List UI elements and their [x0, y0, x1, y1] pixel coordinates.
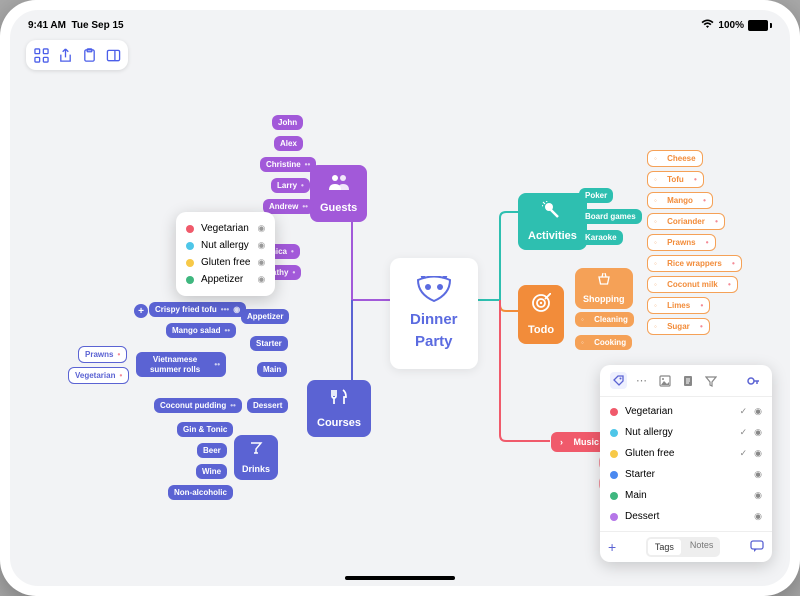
tag-vegetarian[interactable]: Vegetarian•: [68, 367, 129, 384]
add-node-button[interactable]: +: [134, 304, 148, 318]
tags-popover: Vegetarian◉ Nut allergy◉ Gluten free◉ Ap…: [176, 212, 275, 296]
people-icon: [328, 173, 350, 196]
home-indicator[interactable]: [345, 576, 455, 580]
dish-summer[interactable]: Vietnamese summer rolls ••: [136, 352, 226, 377]
microphone-icon: [542, 201, 562, 224]
tag-tool-icon[interactable]: [610, 372, 627, 389]
eye-icon[interactable]: ◉: [754, 469, 762, 480]
eye-icon[interactable]: ◉: [754, 490, 762, 501]
dots-icon[interactable]: ⋯: [633, 372, 650, 389]
eye-icon[interactable]: ◉: [257, 223, 265, 234]
shop-coriander[interactable]: ◦ Coriander •: [647, 213, 725, 230]
mindmap-canvas[interactable]: Dinner Party Guests John Alex Christine•…: [10, 10, 790, 586]
panel-row[interactable]: Starter◉: [600, 464, 772, 485]
panel-row[interactable]: Gluten free✓◉: [600, 443, 772, 464]
target-icon: [531, 293, 551, 318]
course-dessert[interactable]: Dessert: [247, 398, 288, 413]
cocktail-icon: [249, 441, 263, 458]
dish-coconut[interactable]: Coconut pudding••: [154, 398, 242, 413]
filter-icon[interactable]: [702, 372, 719, 389]
panel-footer: + TagsNotes: [600, 531, 772, 562]
todo-shopping[interactable]: Shopping: [575, 268, 633, 309]
check-icon: ✓: [740, 406, 748, 417]
guest-andrew[interactable]: Andrew••: [263, 199, 314, 214]
popover-item[interactable]: Appetizer◉: [186, 271, 265, 288]
drink-beer[interactable]: Beer: [197, 443, 227, 458]
dish-mango[interactable]: Mango salad••: [166, 323, 236, 338]
eye-icon: ◉: [233, 305, 240, 314]
course-starter[interactable]: Starter: [250, 336, 288, 351]
eye-icon[interactable]: ◉: [754, 448, 762, 459]
shop-prawns[interactable]: ◦ Prawns •: [647, 234, 716, 251]
panel-row[interactable]: Dessert◉: [600, 506, 772, 527]
segment-control[interactable]: TagsNotes: [646, 537, 721, 557]
branch-activities[interactable]: Activities: [518, 193, 587, 250]
drink-wine[interactable]: Wine: [196, 464, 227, 479]
basket-icon: [597, 273, 611, 288]
todo-cleaning[interactable]: ◦ Cleaning: [575, 312, 634, 327]
image-icon[interactable]: [656, 372, 673, 389]
center-node[interactable]: Dinner Party: [390, 258, 478, 369]
shop-mango[interactable]: ◦ Mango •: [647, 192, 713, 209]
eye-icon[interactable]: ◉: [754, 511, 762, 522]
guest-christine[interactable]: Christine••: [260, 157, 316, 172]
tag-prawns[interactable]: Prawns•: [78, 346, 127, 363]
popover-item[interactable]: Nut allergy◉: [186, 237, 265, 254]
mask-icon: [416, 276, 452, 307]
guest-john[interactable]: John: [272, 115, 303, 130]
eye-icon[interactable]: ◉: [754, 406, 762, 417]
tags-panel: ⋯ Vegetarian✓◉ Nut allergy✓◉ Gluten free…: [600, 365, 772, 562]
branch-todo[interactable]: Todo: [518, 285, 564, 344]
shop-sugar[interactable]: ◦ Sugar •: [647, 318, 710, 335]
guest-alex[interactable]: Alex: [274, 136, 303, 151]
center-title-2: Party: [415, 333, 453, 351]
todo-cooking[interactable]: ◦ Cooking: [575, 335, 632, 350]
course-main[interactable]: Main: [257, 362, 287, 377]
utensils-icon: [328, 388, 350, 411]
popover-item[interactable]: Gluten free◉: [186, 254, 265, 271]
branch-activities-label: Activities: [528, 230, 577, 242]
activity-board[interactable]: Board games: [579, 209, 642, 224]
dish-tofu[interactable]: Crispy fried tofu•••◉: [149, 302, 246, 317]
panel-list: Vegetarian✓◉ Nut allergy✓◉ Gluten free✓◉…: [600, 397, 772, 531]
popover-item[interactable]: Vegetarian◉: [186, 220, 265, 237]
course-appetizer[interactable]: Appetizer: [241, 309, 289, 324]
panel-row[interactable]: Vegetarian✓◉: [600, 401, 772, 422]
arrow-right-icon: ›: [560, 437, 563, 447]
message-icon[interactable]: [750, 540, 764, 555]
guest-larry[interactable]: Larry•: [271, 178, 310, 193]
eye-icon[interactable]: ◉: [257, 274, 265, 285]
shop-limes[interactable]: ◦ Limes •: [647, 297, 710, 314]
panel-row[interactable]: Nut allergy✓◉: [600, 422, 772, 443]
panel-row[interactable]: Main◉: [600, 485, 772, 506]
shop-rice[interactable]: ◦ Rice wrappers •: [647, 255, 742, 272]
add-tag-button[interactable]: +: [608, 539, 616, 555]
drink-gin[interactable]: Gin & Tonic: [177, 422, 233, 437]
branch-courses[interactable]: Courses: [307, 380, 371, 437]
panel-toolbar: ⋯: [600, 365, 772, 397]
course-drinks[interactable]: Drinks: [234, 435, 278, 480]
eye-icon[interactable]: ◉: [257, 240, 265, 251]
check-icon: ✓: [740, 448, 748, 459]
branch-guests[interactable]: Guests: [310, 165, 367, 222]
eye-icon[interactable]: ◉: [257, 257, 265, 268]
branch-courses-label: Courses: [317, 417, 361, 429]
drink-non[interactable]: Non-alcoholic: [168, 485, 233, 500]
key-icon[interactable]: [745, 372, 762, 389]
shop-coconut[interactable]: ◦ Coconut milk •: [647, 276, 738, 293]
shop-tofu[interactable]: ◦ Tofu •: [647, 171, 704, 188]
eye-icon[interactable]: ◉: [754, 427, 762, 438]
center-title-1: Dinner: [410, 311, 458, 329]
activity-karaoke[interactable]: Karaoke: [579, 230, 623, 245]
note-icon[interactable]: [679, 372, 696, 389]
branch-guests-label: Guests: [320, 202, 357, 214]
shop-cheese[interactable]: ◦ Cheese: [647, 150, 703, 167]
branch-todo-label: Todo: [528, 324, 554, 336]
activity-poker[interactable]: Poker: [579, 188, 613, 203]
check-icon: ✓: [740, 427, 748, 438]
